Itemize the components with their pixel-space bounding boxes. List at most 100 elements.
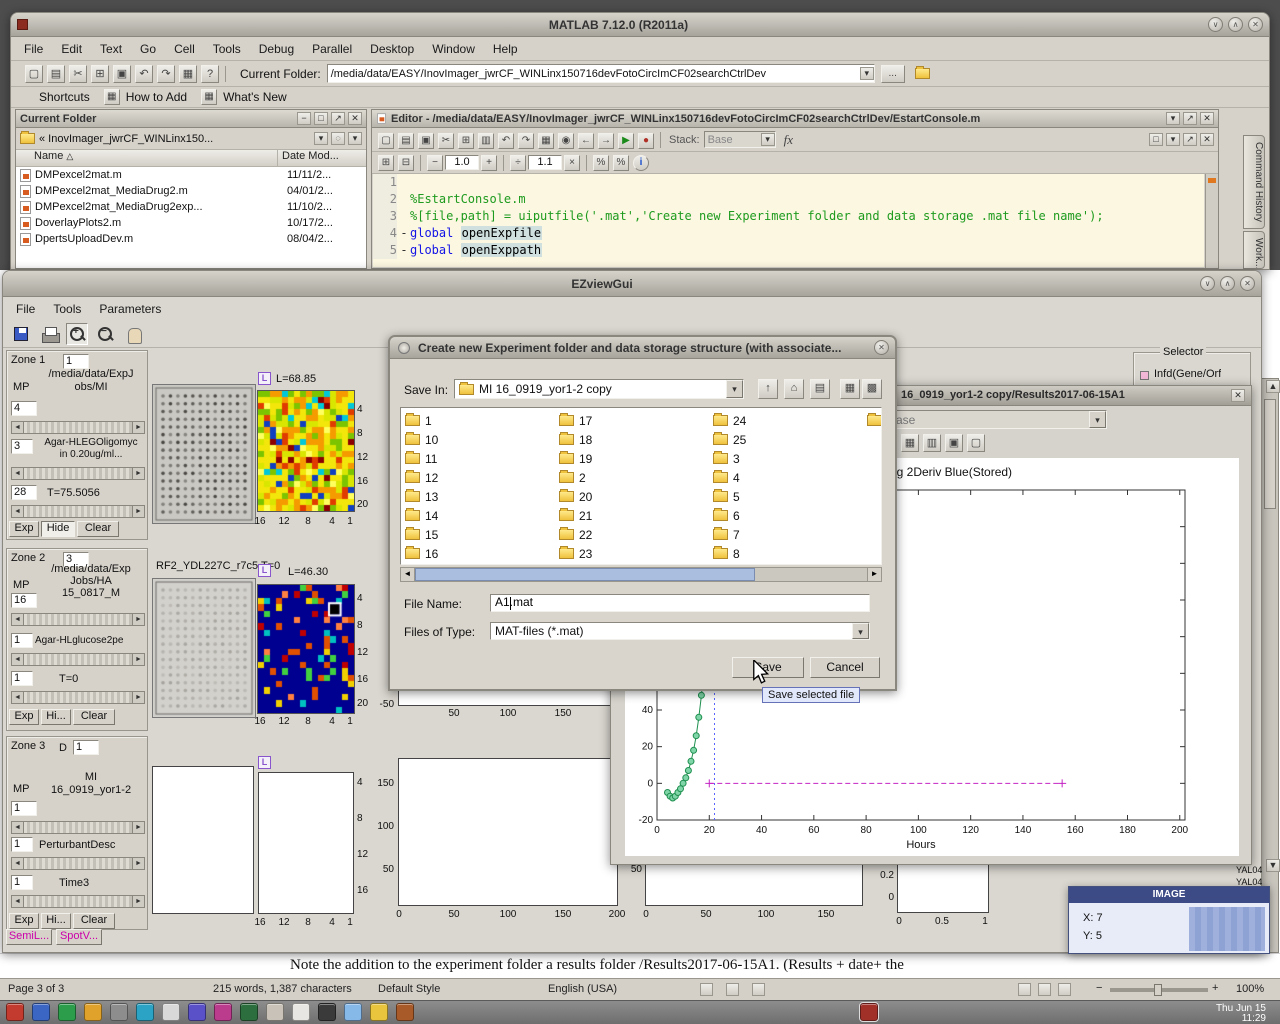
plot-view-icon[interactable]: ▥ [923,434,941,452]
redo-icon[interactable]: ↷ [518,133,534,149]
paste-icon[interactable]: ▣ [113,65,131,83]
clear-button[interactable]: Clear [73,913,115,929]
undock-icon[interactable] [314,112,328,125]
workspace-tab[interactable]: Work... [1243,231,1265,269]
slider-decrement[interactable] [11,895,24,908]
cell-multiplier-field[interactable]: 1.1 [528,155,562,170]
new-file-icon[interactable]: ▢ [25,65,43,83]
slider-decrement[interactable] [11,505,24,518]
minimize-button[interactable] [1200,276,1215,291]
files-of-type-select[interactable]: MAT-files (*.mat) ▾ [490,622,870,640]
back-icon[interactable]: ← [578,133,594,149]
simulink-icon[interactable]: ▦ [179,65,197,83]
matlab-titlebar[interactable]: MATLAB 7.12.0 (R2011a) [11,13,1269,37]
multi-page-view-icon[interactable] [1038,983,1051,996]
combo-dropdown-icon[interactable]: ▾ [1089,411,1106,428]
matlab-menu-debug[interactable]: Debug [250,39,303,59]
slider-increment[interactable] [132,467,145,480]
folder-item[interactable]: 4 [709,468,863,487]
folder-item[interactable]: 15 [401,525,555,544]
code-line[interactable]: 5-global openExppath [373,242,1204,259]
taskbar-app-icon[interactable] [344,1003,362,1021]
folder-item[interactable]: 7 [709,525,863,544]
editor-menu-icon[interactable] [1166,112,1180,125]
slider-track[interactable] [24,467,132,480]
empty-grid-axes[interactable] [258,772,354,914]
file-row[interactable]: DMPexcel2mat_MediaDrug2.m04/01/2... [16,183,366,199]
slider-decrement[interactable] [11,821,24,834]
breakpoints-icon[interactable]: ● [638,133,654,149]
redo-icon[interactable]: ↷ [157,65,175,83]
file-row[interactable]: DMPexcel2mat.m11/11/2... [16,167,366,183]
folder-item[interactable]: 9 [863,411,882,430]
exp-button[interactable]: Exp [9,913,39,929]
taskbar-app-icon[interactable] [370,1003,388,1021]
popout-icon[interactable] [331,112,345,125]
writer-vertical-scrollbar[interactable] [1261,378,1279,953]
horizontal-scrollbar[interactable]: ◄ ► [400,567,882,582]
folder-item[interactable]: 23 [555,544,709,563]
slider-track[interactable] [24,505,132,518]
table-view-icon[interactable]: ▦ [901,434,919,452]
matlab-menu-help[interactable]: Help [484,39,527,59]
matlab-menu-window[interactable]: Window [423,39,484,59]
home-icon[interactable]: ⌂ [784,379,804,399]
code-line[interactable]: 4-global openExpfile [373,225,1204,242]
time-index-field[interactable]: 1 [11,875,33,890]
taskbar-app-icon[interactable] [292,1003,310,1021]
copy-icon[interactable]: ⊞ [91,65,109,83]
plate-photo-zone2[interactable] [152,578,256,718]
scroll-left-arrow[interactable]: ◄ [401,568,415,581]
slider-decrement[interactable] [11,467,24,480]
save-icon[interactable]: ▣ [418,133,434,149]
hide-button[interactable]: Hi... [41,709,71,725]
plate-index-field[interactable]: 1 [11,801,37,816]
time-slider[interactable] [11,505,145,518]
up-one-level-icon[interactable]: ↑ [758,379,778,399]
command-history-tab[interactable]: Command History [1243,135,1265,229]
editor-layout-icon[interactable] [1149,133,1163,146]
folder-item[interactable]: 21 [555,506,709,525]
heatmap-zone2[interactable] [257,584,355,714]
taskbar-app-icon[interactable] [162,1003,180,1021]
colorbar-toggle-icon[interactable]: L [258,372,271,385]
folder-item[interactable]: 24 [709,411,863,430]
close-button[interactable] [1240,276,1255,291]
cancel-button[interactable]: Cancel [810,657,880,678]
matlab-menu-parallel[interactable]: Parallel [303,39,361,59]
folder-item[interactable]: 25 [709,430,863,449]
time-slider[interactable] [11,895,145,908]
editor-close-icon[interactable] [1200,112,1214,125]
forward-icon[interactable]: → [598,133,614,149]
plot-bottom-left[interactable] [398,758,618,906]
close-panel-icon[interactable] [348,112,362,125]
new-script-icon[interactable]: ▢ [378,133,394,149]
selection-mode-icon[interactable] [726,983,739,996]
time-index-field[interactable]: 28 [11,485,37,500]
copy-icon[interactable]: ⊞ [458,133,474,149]
plate-slider[interactable] [11,421,145,434]
colorbar-toggle-icon[interactable]: L [258,564,271,577]
address-text[interactable]: « InovImager_jwrCF_WINLinx150... [39,133,311,145]
pan-hand-icon[interactable] [122,323,144,345]
save-in-combo[interactable]: MI 16_0919_yor1-2 copy ▾ [454,379,744,399]
scroll-up-button[interactable] [1266,380,1280,393]
taskbar-app-icon[interactable] [266,1003,284,1021]
file-row[interactable]: DMPexcel2mat_MediaDrug2exp...11/10/2... [16,199,366,215]
cell-percent-icon[interactable]: % [593,155,609,171]
slider-increment[interactable] [132,613,145,626]
fx-icon[interactable]: fx [784,132,793,148]
file-name-input[interactable]: A1.mat [490,594,870,612]
scrollbar-thumb[interactable] [1264,399,1276,509]
media-slider[interactable] [11,653,145,666]
folder-item[interactable]: 2 [555,468,709,487]
taskbar-app-icon[interactable] [110,1003,128,1021]
plate-slider[interactable] [11,821,145,834]
taskbar-app-icon[interactable] [318,1003,336,1021]
ezview-menu-parameters[interactable]: Parameters [90,299,170,319]
divide-value-button[interactable]: ÷ [510,155,526,171]
code-line[interactable]: 1 [373,174,1204,191]
matlab-menu-go[interactable]: Go [131,39,165,59]
insert-mode-icon[interactable] [700,983,713,996]
close-button[interactable] [1248,17,1263,32]
